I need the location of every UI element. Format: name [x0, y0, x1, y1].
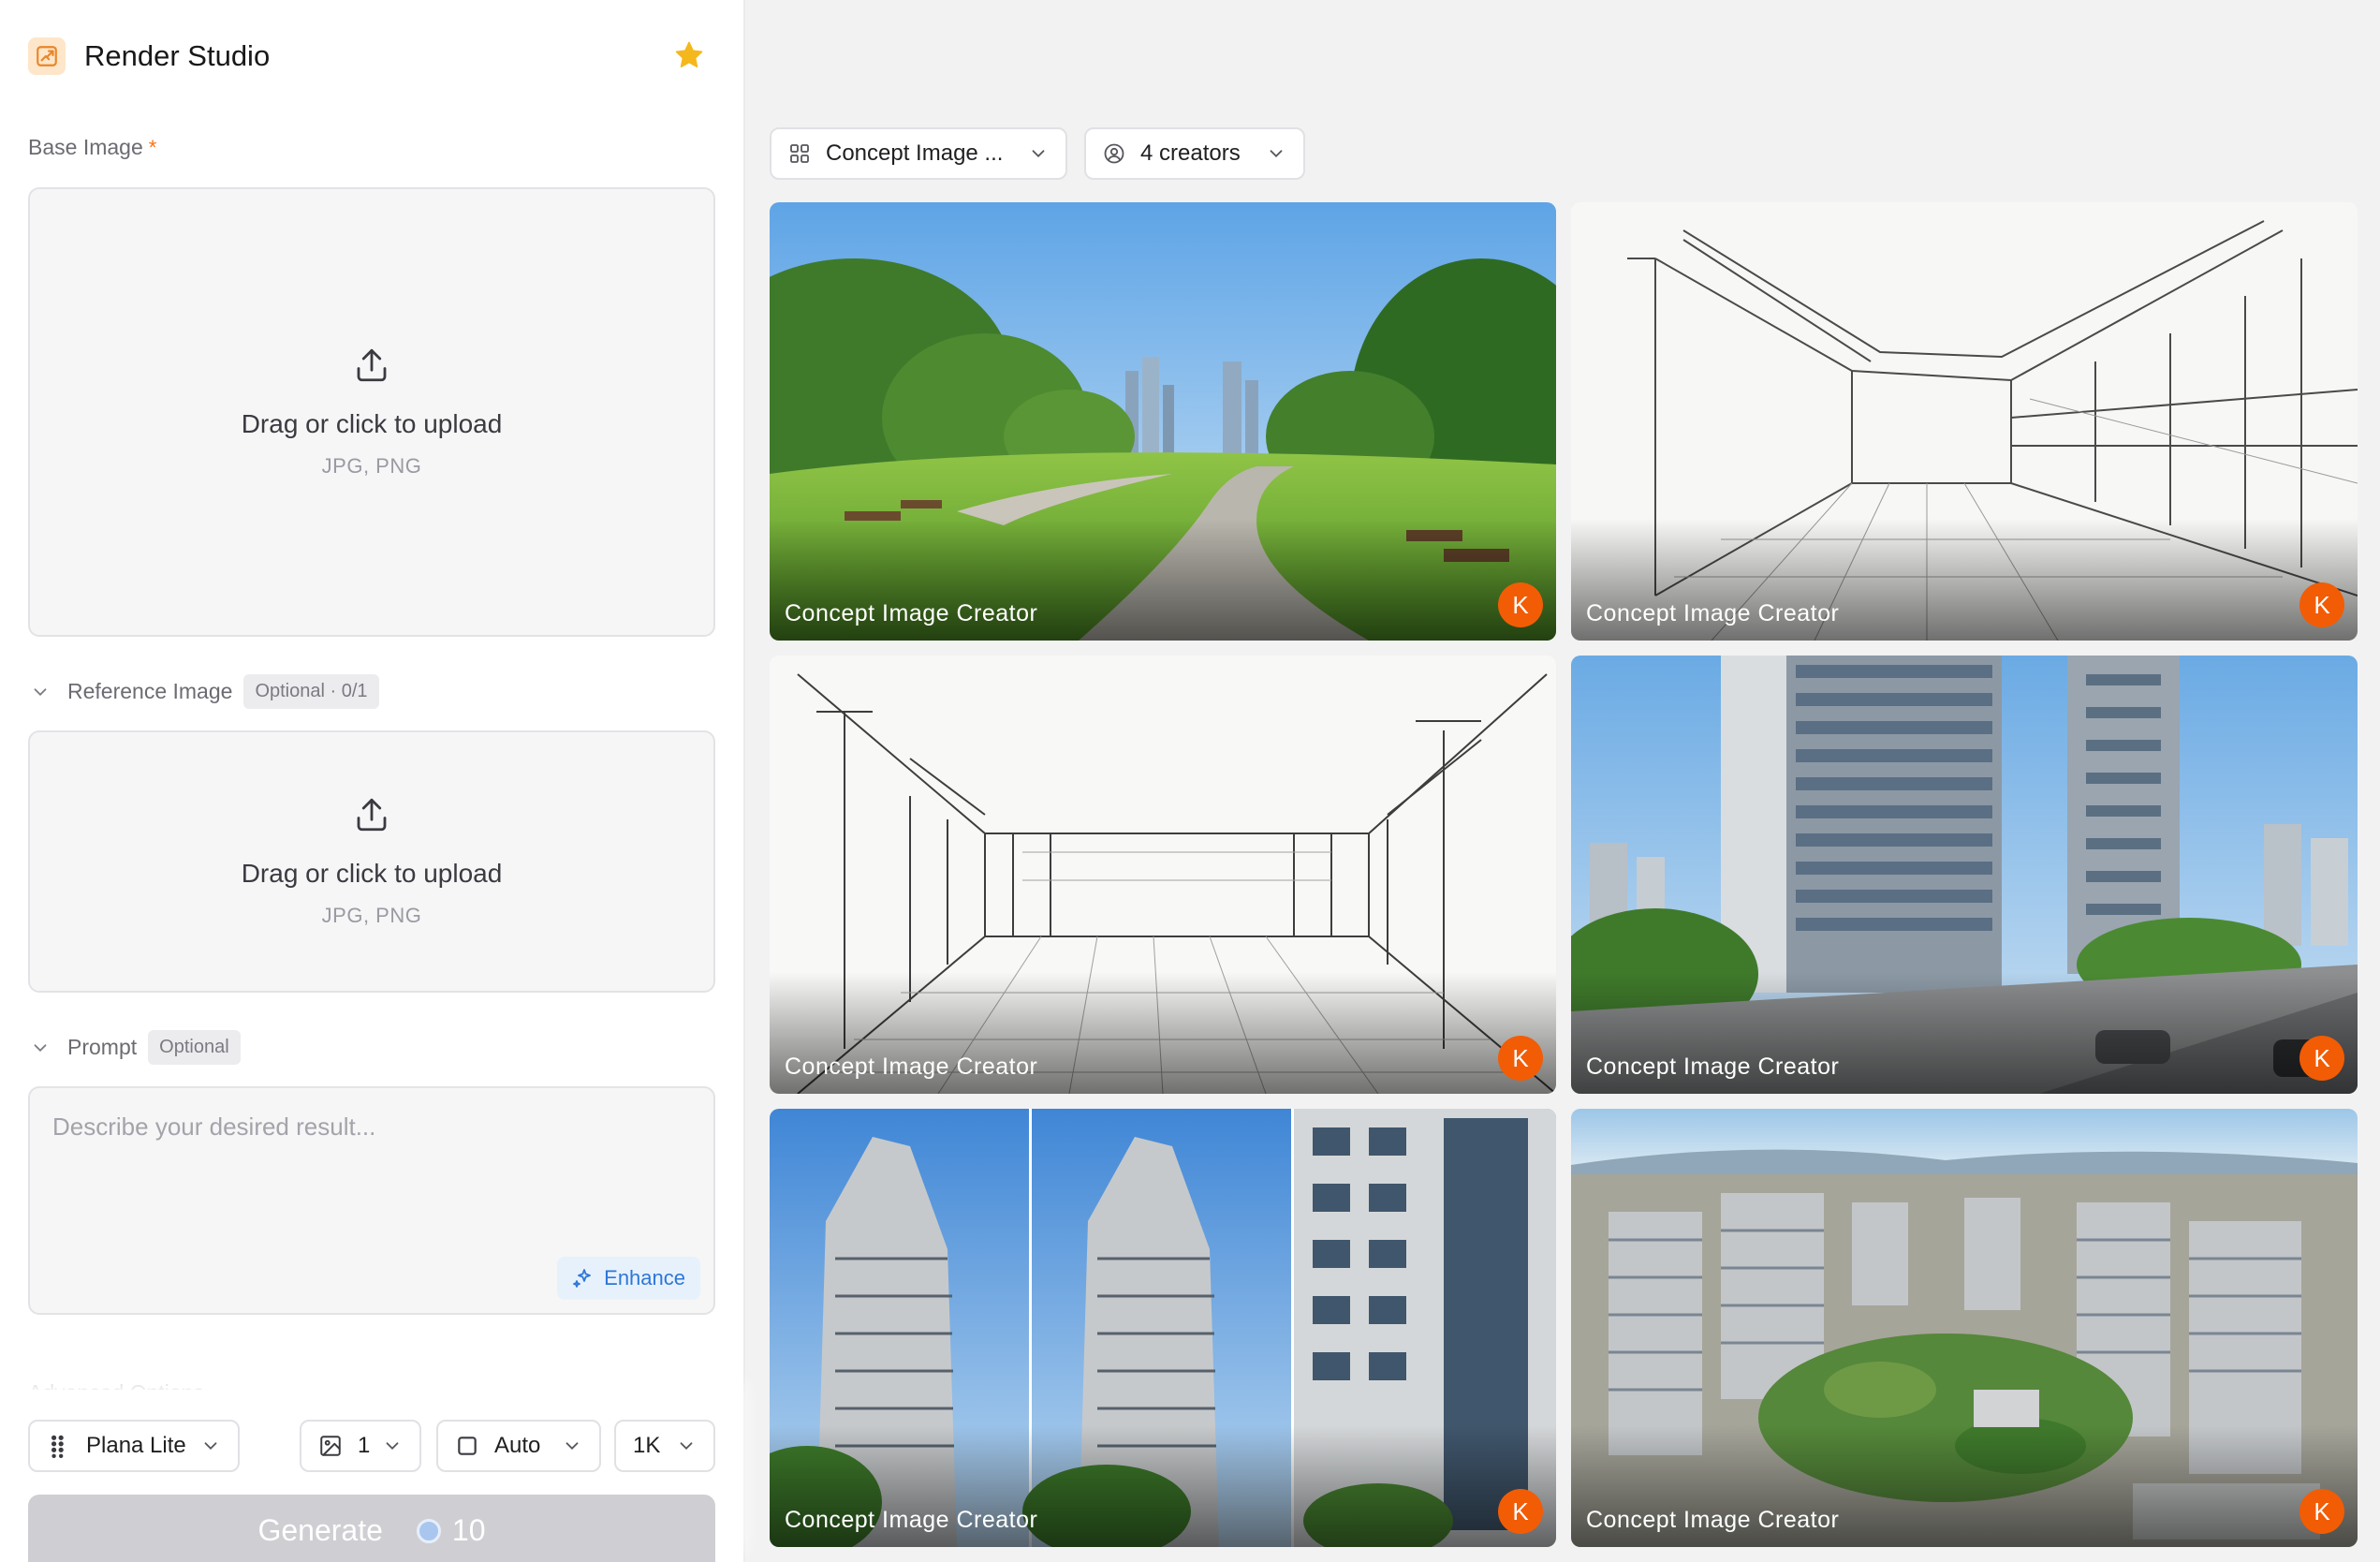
sparkle-icon	[573, 1269, 592, 1288]
prompt-placeholder: Describe your desired result...	[52, 1113, 376, 1141]
gallery-card[interactable]: Concept Image Creator K	[770, 1109, 1556, 1547]
user-circle-icon	[1104, 143, 1124, 164]
reference-image-toggle[interactable]: Reference Image Optional · 0/1	[30, 674, 379, 709]
card-caption: Concept Image Creator	[1586, 1507, 1840, 1533]
creator-avatar[interactable]: K	[2299, 582, 2344, 627]
creator-avatar[interactable]: K	[1498, 1036, 1543, 1081]
upload-icon	[357, 798, 387, 832]
gallery-card[interactable]: Concept Image Creator K	[1571, 1109, 2358, 1547]
chevron-down-icon	[1270, 150, 1283, 158]
resolution-select[interactable]: 1K	[614, 1420, 715, 1472]
image-icon	[320, 1436, 341, 1456]
generate-label: Generate	[257, 1513, 383, 1547]
chevron-down-icon	[34, 1043, 47, 1052]
image-count-select[interactable]: 1	[300, 1420, 421, 1472]
card-caption: Concept Image Creator	[1586, 600, 1840, 626]
chevron-down-icon	[1032, 150, 1045, 158]
aspect-square-icon	[458, 1437, 477, 1455]
enhance-label: Enhance	[604, 1266, 685, 1289]
model-select[interactable]: Plana Lite	[28, 1420, 240, 1472]
card-caption: Concept Image Creator	[785, 1054, 1038, 1080]
base-image-label-text: Base Image	[28, 135, 143, 159]
card-caption: Concept Image Creator	[1586, 1054, 1840, 1080]
upload-icon	[357, 348, 387, 382]
reference-image-badge: Optional · 0/1	[243, 674, 379, 709]
prompt-badge: Optional	[148, 1030, 241, 1065]
base-image-dropzone[interactable]: Drag or click to upload JPG, PNG	[28, 187, 715, 637]
chevron-down-icon	[386, 1442, 399, 1451]
gallery-card[interactable]: Concept Image Creator K	[1571, 202, 2358, 641]
grid-icon	[790, 144, 809, 163]
creator-avatar[interactable]: K	[2299, 1036, 2344, 1081]
category-filter-value: Concept Image ...	[826, 140, 1004, 166]
prompt-textarea[interactable]: Describe your desired result... Enhance	[28, 1086, 715, 1315]
app-title: Render Studio	[84, 39, 271, 72]
enhance-button[interactable]: Enhance	[557, 1257, 700, 1300]
image-edit-icon	[28, 37, 66, 75]
gallery-card[interactable]: Concept Image Creator K	[770, 656, 1556, 1094]
model-grid-icon	[51, 1435, 64, 1458]
creator-avatar[interactable]: K	[1498, 582, 1543, 627]
settings-panel: Render Studio Base Image * Drag or click…	[0, 0, 745, 1562]
creators-filter[interactable]: 4 creators	[1084, 127, 1305, 180]
card-caption: Concept Image Creator	[785, 600, 1038, 626]
generate-button[interactable]: Generate 10	[28, 1495, 715, 1562]
gallery-card[interactable]: Concept Image Creator K	[770, 202, 1556, 641]
image-count-value: 1	[358, 1433, 371, 1458]
base-image-label: Base Image *	[28, 135, 156, 160]
aspect-ratio-select[interactable]: Auto	[436, 1420, 601, 1472]
app-header: Render Studio	[28, 37, 270, 75]
reference-image-dropzone[interactable]: Drag or click to upload JPG, PNG	[28, 730, 715, 993]
upload-formats: JPG, PNG	[321, 454, 422, 478]
card-caption: Concept Image Creator	[785, 1507, 1038, 1533]
aspect-ratio-value: Auto	[494, 1433, 541, 1458]
creator-avatar[interactable]: K	[2299, 1489, 2344, 1534]
required-mark: *	[148, 135, 157, 159]
credit-coin-icon	[416, 1519, 441, 1543]
upload-title: Drag or click to upload	[241, 859, 503, 888]
model-value: Plana Lite	[86, 1433, 186, 1458]
chevron-down-icon	[566, 1442, 579, 1451]
chevron-down-icon	[34, 687, 47, 696]
prompt-label: Prompt	[67, 1035, 138, 1059]
reference-image-label: Reference Image	[67, 679, 233, 703]
creator-avatar[interactable]: K	[1498, 1489, 1543, 1534]
chevron-down-icon	[680, 1442, 693, 1451]
gallery-card[interactable]: Concept Image Creator K	[1571, 656, 2358, 1094]
upload-formats: JPG, PNG	[321, 904, 422, 927]
favorite-star-icon[interactable]	[673, 39, 705, 71]
upload-title: Drag or click to upload	[241, 409, 503, 438]
resolution-value: 1K	[633, 1433, 661, 1458]
chevron-down-icon	[204, 1442, 217, 1451]
category-filter[interactable]: Concept Image ...	[770, 127, 1067, 180]
prompt-toggle[interactable]: Prompt Optional	[30, 1030, 241, 1065]
creators-filter-value: 4 creators	[1140, 140, 1241, 166]
generate-cost: 10	[451, 1513, 486, 1547]
